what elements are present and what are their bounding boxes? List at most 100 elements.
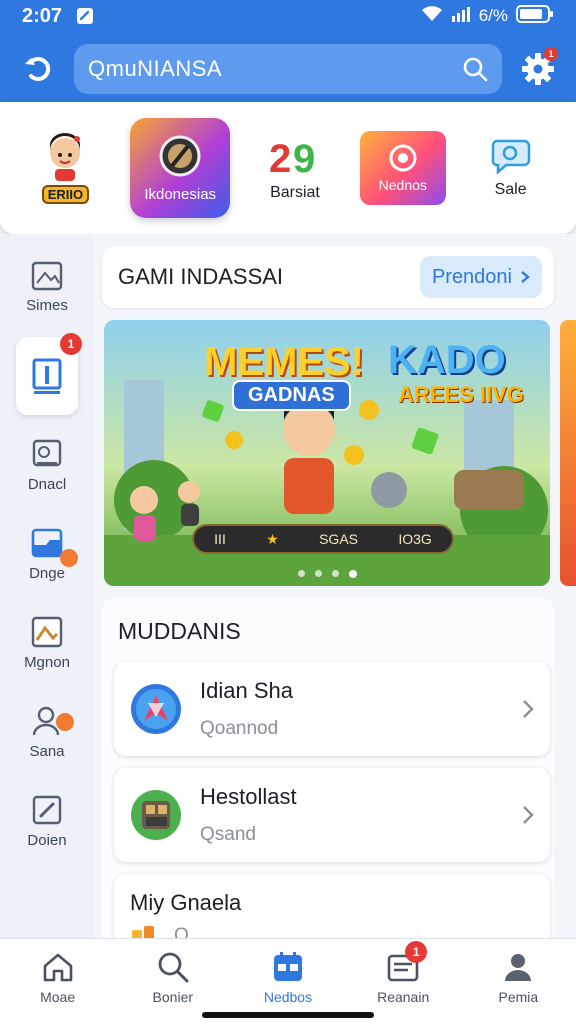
banner-title-left: MEMES!	[204, 340, 364, 384]
carousel-dot[interactable]	[314, 570, 322, 577]
wifi-icon	[421, 5, 443, 27]
home-indicator[interactable]	[202, 1012, 374, 1018]
more-label: Prendoni	[431, 265, 512, 288]
category-label: Barsiat	[270, 184, 320, 201]
settings-badge: 1	[544, 47, 558, 61]
chevron-right-icon	[523, 700, 534, 718]
category-label: Sale	[494, 181, 527, 198]
games-title: GAMI INDASSAI	[118, 264, 284, 289]
character-icon	[50, 132, 81, 181]
nav-badge: 1	[405, 941, 428, 963]
sidebar-item-doien[interactable]: Doien	[16, 782, 78, 860]
list-item[interactable]: Idian Sha Qoannod	[114, 662, 550, 756]
sidebar-item-label: Mgnon	[24, 653, 70, 671]
calendar-icon	[273, 952, 302, 981]
category-row: ERIIO Ikdonesias 2 9 Barsiat Nednos Sale	[0, 102, 576, 234]
category-sale[interactable]: Sale	[461, 118, 561, 218]
category-nednos[interactable]: Nednos	[359, 131, 446, 205]
hud-right: IO3G	[398, 531, 432, 547]
status-bar: 2:07 6/%	[0, 0, 576, 32]
nav-label: Pemia	[498, 989, 539, 1005]
chat-bubble-icon	[491, 139, 530, 175]
carousel-dots[interactable]	[104, 570, 550, 578]
next-banner-peek[interactable]	[560, 320, 576, 586]
banner-title-right: KADO	[388, 338, 506, 382]
battery-text: 6/%	[478, 6, 508, 25]
svg-text:2: 2	[269, 137, 291, 178]
sidebar: Simes 1 Dnacl Dnge Mgnon Sana Doien	[0, 234, 94, 938]
chevron-right-icon	[523, 806, 534, 824]
nav-home[interactable]: Moae	[8, 951, 108, 1024]
back-icon	[25, 57, 51, 81]
item-title: Miy Gnaela	[130, 890, 242, 915]
nav-profile[interactable]: Pemia	[468, 951, 568, 1024]
list-item[interactable]: Hestollast Qsand	[114, 768, 550, 862]
gallery-icon	[32, 439, 62, 466]
nav-label: Bonier	[152, 989, 194, 1005]
star-icon: ★	[266, 530, 279, 547]
search-icon	[158, 952, 189, 983]
sidebar-item-sana[interactable]: Sana	[16, 693, 78, 771]
sidebar-item-mgnon[interactable]: Mgnon	[16, 604, 78, 682]
carousel-dot[interactable]	[331, 570, 339, 577]
sidebar-badge: 1	[60, 333, 82, 355]
banner-hud: III ★ SGAS IO3G	[192, 524, 454, 554]
sidebar-item-label: Dnacl	[27, 475, 67, 493]
carousel-dot[interactable]	[297, 570, 305, 577]
nfc-icon	[76, 7, 94, 25]
category-label: Nednos	[378, 177, 427, 193]
compass-icon	[159, 135, 201, 176]
nav-label: Reanain	[377, 989, 430, 1005]
number-icon: 2 9	[269, 137, 315, 178]
nav-label: Moae	[40, 989, 76, 1005]
settings-button[interactable]: 1	[516, 47, 560, 91]
item-title: Idian Sha	[200, 678, 293, 703]
sidebar-item-simes[interactable]: Simes	[16, 248, 78, 326]
category-label: ERIIO	[41, 184, 90, 204]
banner-subtitle-left: GADNAS	[232, 380, 351, 411]
category-barsiat[interactable]: 2 9 Barsiat	[245, 118, 345, 218]
hud-mid: SGAS	[319, 531, 358, 547]
image-icon	[31, 261, 63, 290]
sidebar-item-label: Sana	[29, 742, 65, 760]
chevron-right-icon	[521, 271, 530, 283]
sidebar-item-dnge[interactable]: Dnge	[16, 515, 78, 593]
item-subtitle: Qsand	[200, 824, 256, 845]
top-app-bar: QmuNIANSA 1	[0, 32, 576, 106]
picture-icon	[31, 616, 63, 647]
svg-text:9: 9	[293, 137, 315, 178]
back-button[interactable]	[16, 47, 60, 91]
games-header: GAMI INDASSAI Prendoni	[102, 246, 554, 308]
sidebar-item-label: Dnge	[29, 564, 65, 582]
sidebar-item-label: Simes	[26, 296, 68, 314]
section-title: MUDDANIS	[118, 618, 241, 644]
home-icon	[43, 953, 72, 982]
document-icon	[32, 358, 62, 394]
sidebar-item-label: Doien	[27, 831, 67, 849]
carousel-dot-active[interactable]	[348, 570, 357, 578]
category-ikdonesias[interactable]: Ikdonesias	[130, 118, 231, 218]
record-icon	[389, 144, 417, 172]
search-icon[interactable]	[462, 56, 488, 82]
search-bar[interactable]: QmuNIANSA	[74, 44, 502, 94]
muddanis-section: MUDDANIS Idian Sha Qoannod Hestollast Qs…	[102, 598, 554, 958]
compass-star-icon	[131, 684, 181, 734]
games-more-button[interactable]: Prendoni	[419, 256, 542, 298]
sidebar-item-dnacl[interactable]: Dnacl	[16, 426, 78, 504]
item-title: Hestollast	[200, 784, 297, 809]
battery-icon	[516, 4, 554, 29]
banner-subtitle-right: AREES IIVG	[398, 382, 524, 407]
status-time: 2:07	[22, 4, 63, 27]
sidebar-badge	[60, 549, 78, 567]
signal-icon	[451, 6, 471, 27]
building-icon	[131, 790, 181, 840]
person-icon	[505, 954, 532, 981]
hud-left: III	[214, 531, 226, 547]
category-eriio[interactable]: ERIIO	[15, 118, 115, 218]
promo-banner[interactable]: MEMES! GADNAS KADO AREES IIVG III ★ SGAS…	[104, 320, 550, 586]
sidebar-item-active[interactable]: 1	[16, 333, 82, 415]
folder-icon	[31, 528, 63, 557]
main-content: GAMI INDASSAI Prendoni MEMES! GADNAS KAD…	[94, 234, 576, 958]
edit-icon	[32, 795, 62, 824]
item-subtitle: Qoannod	[200, 718, 279, 739]
